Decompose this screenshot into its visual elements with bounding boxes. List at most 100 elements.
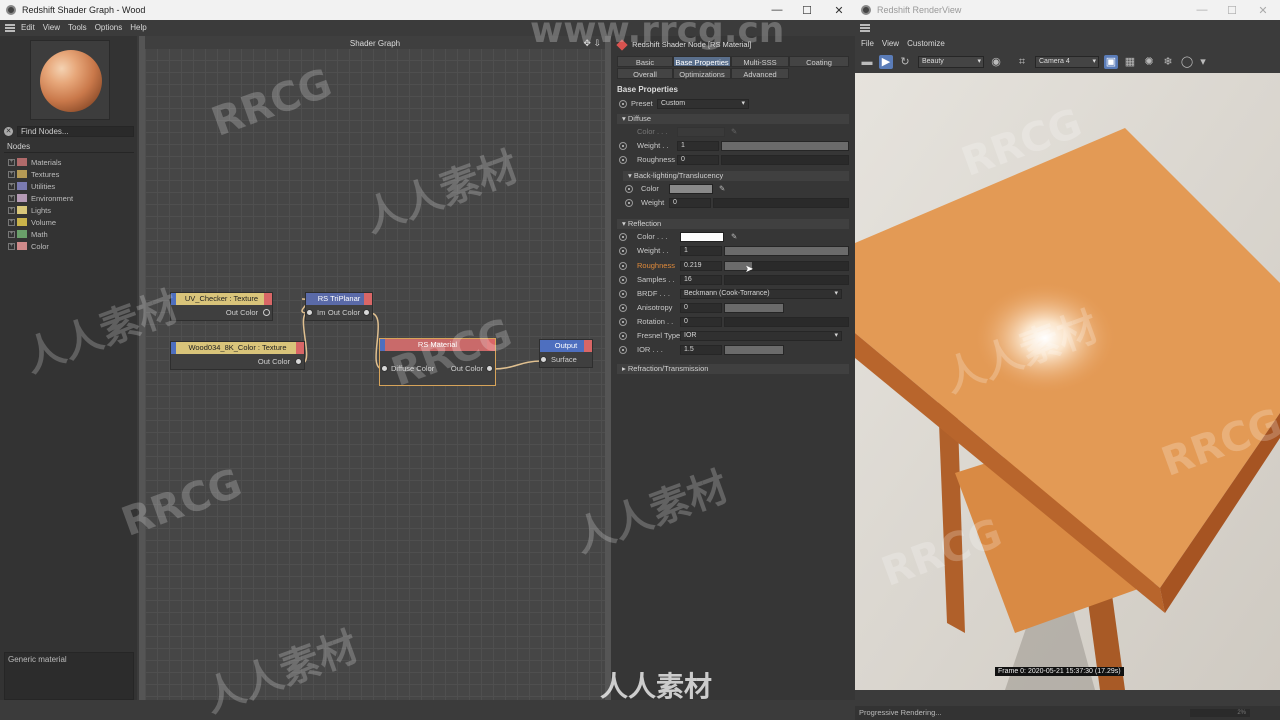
menu-file[interactable]: File	[861, 39, 874, 48]
tab-base-properties[interactable]: Base Properties	[673, 56, 731, 67]
refl-aniso-field[interactable]: 0	[680, 303, 722, 313]
input-port[interactable]	[540, 356, 547, 363]
reflection-section[interactable]: ▾ Reflection	[617, 219, 849, 229]
grid-icon[interactable]: ▦	[1123, 55, 1137, 69]
rgb-channel-icon[interactable]: ◉	[989, 55, 1003, 69]
refl-weight-field[interactable]: 1	[680, 246, 722, 256]
eyedropper-icon[interactable]: ✎	[719, 182, 725, 195]
tab-advanced[interactable]: Advanced	[731, 68, 789, 79]
hamburger-menu-icon[interactable]	[860, 23, 870, 32]
diffuse-roughness-field[interactable]: 0	[677, 155, 719, 165]
tree-item-materials[interactable]: + Materials	[8, 156, 133, 168]
clear-search-icon[interactable]: ✕	[4, 126, 13, 136]
play-render-icon[interactable]: ▶	[879, 55, 893, 69]
clapper-icon[interactable]: ▬	[860, 55, 874, 69]
keyframe-radio[interactable]	[619, 247, 627, 255]
refl-rotation-field[interactable]: 0	[680, 317, 722, 327]
lock-icon[interactable]: ▣	[1104, 55, 1118, 69]
refl-weight-slider[interactable]	[724, 246, 849, 256]
refresh-icon[interactable]: ↻	[898, 55, 912, 69]
maximize-button[interactable]: ☐	[1217, 0, 1247, 20]
expand-icon[interactable]: +	[8, 194, 15, 202]
refl-brdf-select[interactable]: Beckmann (Cook-Torrance)	[680, 289, 842, 299]
refl-ior-slider[interactable]	[724, 345, 784, 355]
expand-icon[interactable]: +	[8, 242, 15, 250]
output-port[interactable]	[363, 309, 370, 316]
keyframe-radio[interactable]	[619, 318, 627, 326]
tree-item-lights[interactable]: + Lights	[8, 204, 133, 216]
tree-item-environment[interactable]: + Environment	[8, 192, 133, 204]
tab-coating[interactable]: Coating	[789, 56, 849, 67]
refl-aniso-slider[interactable]	[724, 303, 784, 313]
keyframe-radio[interactable]	[619, 346, 627, 354]
diffuse-section[interactable]: ▾ Diffuse	[617, 114, 849, 124]
diffuse-color-swatch[interactable]	[677, 127, 725, 137]
keyframe-radio[interactable]	[619, 304, 627, 312]
expand-icon[interactable]: +	[8, 218, 15, 226]
preset-select[interactable]: Custom	[657, 99, 749, 109]
more-icon[interactable]: ▾	[1199, 55, 1207, 69]
maximize-button[interactable]: ☐	[792, 0, 822, 20]
refl-ior-field[interactable]: 1.5	[680, 345, 722, 355]
render-viewport[interactable]: Frame 0: 2020-05-21 15:37:30 (17.29s)	[855, 73, 1280, 690]
tab-multi-sss[interactable]: Multi-SSS	[731, 56, 789, 67]
tree-item-textures[interactable]: + Textures	[8, 168, 133, 180]
circle-options-icon[interactable]: ◯	[1180, 55, 1194, 69]
crop-icon[interactable]: ⌗	[1015, 55, 1029, 69]
backlight-weight-field[interactable]: 0	[669, 198, 711, 208]
output-port[interactable]	[263, 309, 270, 316]
minimize-button[interactable]: —	[1187, 0, 1217, 20]
menu-customize[interactable]: Customize	[907, 39, 945, 48]
output-port[interactable]	[295, 358, 302, 365]
menu-view[interactable]: View	[882, 39, 899, 48]
keyframe-radio[interactable]	[619, 262, 627, 270]
expand-icon[interactable]: +	[8, 170, 15, 178]
snowflake-icon[interactable]: ❄	[1161, 55, 1175, 69]
refraction-section[interactable]: ▸ Refraction/Transmission	[617, 364, 849, 374]
minimize-button[interactable]: —	[762, 0, 792, 20]
diffuse-weight-field[interactable]: 1	[677, 141, 719, 151]
menu-options[interactable]: Options	[95, 23, 123, 32]
refl-samples-field[interactable]: 16	[680, 275, 722, 285]
keyframe-radio[interactable]	[619, 142, 627, 150]
tree-item-color[interactable]: + Color	[8, 240, 133, 252]
node-uv-checker[interactable]: UV_Checker : Texture Out Color	[170, 292, 273, 321]
refl-fresnel-select[interactable]: IOR	[680, 331, 842, 341]
keyframe-radio[interactable]	[619, 100, 627, 108]
expand-icon[interactable]: +	[8, 206, 15, 214]
refl-rotation-slider[interactable]	[724, 317, 849, 327]
refl-roughness-field[interactable]: 0.219	[680, 261, 722, 271]
menu-edit[interactable]: Edit	[21, 23, 35, 32]
refl-roughness-slider[interactable]	[724, 261, 849, 271]
keyframe-radio[interactable]	[619, 332, 627, 340]
eyedropper-icon[interactable]: ✎	[731, 125, 737, 138]
keyframe-radio[interactable]	[625, 185, 633, 193]
node-rs-triplanar[interactable]: RS TriPlanar Im Out Color	[305, 292, 373, 321]
node-output[interactable]: Output Surface	[539, 339, 593, 368]
keyframe-radio[interactable]	[619, 156, 627, 164]
refl-samples-slider[interactable]	[724, 275, 849, 285]
node-wood-texture[interactable]: Wood034_8K_Color : Texture Out Color	[170, 341, 305, 370]
keyframe-radio[interactable]	[625, 199, 633, 207]
expand-icon[interactable]: +	[8, 230, 15, 238]
tab-overall[interactable]: Overall	[617, 68, 673, 79]
tab-optimizations[interactable]: Optimizations	[673, 68, 731, 79]
keyframe-radio[interactable]	[619, 276, 627, 284]
tree-item-volume[interactable]: + Volume	[8, 216, 133, 228]
output-port[interactable]	[486, 365, 493, 372]
camera-select[interactable]: Camera 4	[1035, 56, 1099, 68]
menu-view[interactable]: View	[43, 23, 60, 32]
menu-help[interactable]: Help	[130, 23, 146, 32]
close-button[interactable]: ✕	[1248, 0, 1278, 20]
backlight-weight-slider[interactable]	[713, 198, 849, 208]
backlighting-section[interactable]: ▾ Back-lighting/Translucency	[623, 171, 849, 181]
tree-item-math[interactable]: + Math	[8, 228, 133, 240]
keyframe-radio[interactable]	[619, 290, 627, 298]
refl-color-swatch[interactable]	[680, 232, 724, 242]
input-port[interactable]	[381, 365, 388, 372]
sparkle-icon[interactable]: ✺	[1142, 55, 1156, 69]
tree-item-utilities[interactable]: + Utilities	[8, 180, 133, 192]
hamburger-menu-icon[interactable]	[5, 23, 15, 32]
menu-tools[interactable]: Tools	[68, 23, 87, 32]
shader-graph-canvas[interactable]: Shader Graph ✥ ⇩ UV_Checker : Texture Ou…	[139, 36, 611, 700]
